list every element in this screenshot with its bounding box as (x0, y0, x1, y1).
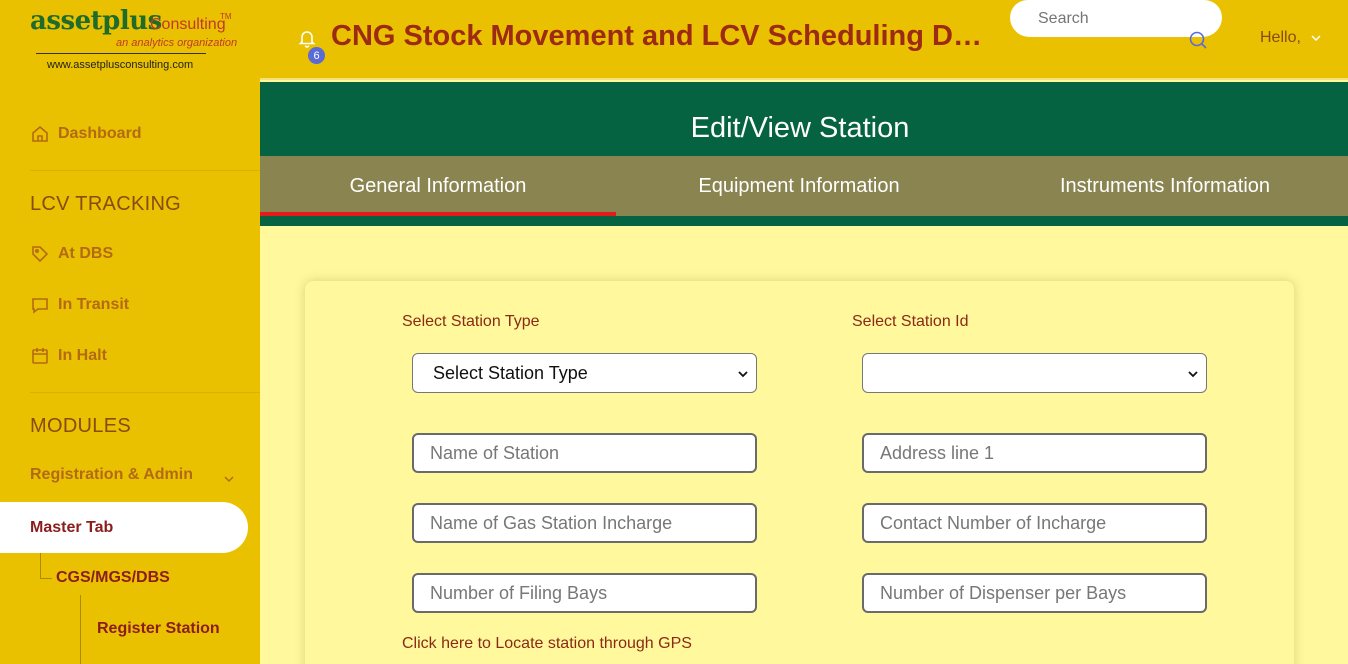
logo-brand: assetplus (30, 6, 162, 36)
search-icon[interactable] (1187, 29, 1209, 51)
dispenser-per-bays-field[interactable]: Number of Dispenser per Bays (862, 573, 1207, 613)
tab-equipment-information[interactable]: Equipment Information (616, 156, 982, 216)
sidebar-item-label: Dashboard (58, 125, 142, 142)
chevron-down-icon (1311, 35, 1321, 42)
station-type-selected: Select Station Type (433, 362, 588, 383)
contact-incharge-field[interactable]: Contact Number of Incharge (862, 503, 1207, 543)
tab-bar: General Information Equipment Informatio… (260, 156, 1348, 216)
sidebar-item-cgs-mgs-dbs[interactable]: CGS/MGS/DBS (56, 569, 170, 587)
message-icon (30, 295, 50, 315)
sidebar-item-dashboard[interactable]: Dashboard (30, 124, 142, 144)
logo-consulting: Consulting (150, 16, 226, 33)
notification-badge: 6 (307, 46, 326, 65)
station-id-label: Select Station Id (852, 313, 969, 330)
sidebar-item-label: In Halt (58, 347, 107, 364)
section-lcv-tracking: LCV TRACKING (30, 193, 182, 215)
home-icon (30, 124, 50, 144)
sidebar: assetplus Consulting TM an analytics org… (0, 0, 260, 664)
gas-station-incharge-field[interactable]: Name of Gas Station Incharge (412, 503, 757, 543)
tab-instruments-information[interactable]: Instruments Information (982, 156, 1348, 216)
sidebar-item-registration-admin[interactable]: Registration & Admin (30, 466, 193, 484)
tag-icon (30, 244, 50, 264)
logo-tm: TM (220, 12, 232, 21)
calendar-icon (30, 346, 50, 366)
sidebar-item-in-transit[interactable]: In Transit (30, 295, 129, 315)
sidebar-divider (30, 392, 260, 393)
page-title: CNG Stock Movement and LCV Scheduling Da… (331, 20, 991, 52)
tree-connector (40, 553, 41, 578)
sidebar-item-label: At DBS (58, 245, 114, 262)
logo-url: www.assetplusconsulting.com (47, 59, 194, 71)
locate-gps-link[interactable]: Click here to Locate station through GPS (402, 635, 692, 653)
tab-general-information[interactable]: General Information (260, 156, 616, 216)
sidebar-divider (30, 170, 260, 171)
banner-title: Edit/View Station (690, 112, 910, 144)
chevron-down-icon (1188, 371, 1198, 378)
filling-bays-field[interactable]: Number of Filing Bays (412, 573, 757, 613)
logo-tagline: an analytics organization (116, 37, 238, 49)
sidebar-item-label: Registration & Admin (30, 466, 193, 483)
company-logo[interactable]: assetplus Consulting TM an analytics org… (30, 6, 240, 76)
address-line-1-field[interactable]: Address line 1 (862, 433, 1207, 473)
user-menu[interactable]: Hello, (1260, 29, 1323, 47)
logo-underline (36, 53, 206, 54)
bell-icon[interactable] (297, 28, 317, 48)
sidebar-item-master-tab[interactable]: Master Tab (0, 502, 248, 553)
name-of-station-field[interactable]: Name of Station (412, 433, 757, 473)
tree-connector (80, 595, 81, 664)
chevron-down-icon[interactable] (222, 472, 236, 486)
station-type-select[interactable]: Select Station Type (412, 353, 757, 393)
chevron-down-icon (738, 371, 748, 378)
section-modules: MODULES (30, 415, 132, 437)
sidebar-item-in-halt[interactable]: In Halt (30, 346, 107, 366)
station-id-select[interactable] (862, 353, 1207, 393)
sidebar-item-label: Master Tab (30, 518, 114, 536)
hello-label: Hello, (1260, 29, 1301, 46)
sidebar-item-at-dbs[interactable]: At DBS (30, 244, 113, 264)
tree-connector (40, 578, 52, 579)
station-type-label: Select Station Type (402, 313, 540, 330)
sidebar-item-register-station[interactable]: Register Station (97, 620, 220, 638)
tab-bottom-strip (260, 216, 1348, 226)
sidebar-item-label: In Transit (58, 296, 130, 313)
